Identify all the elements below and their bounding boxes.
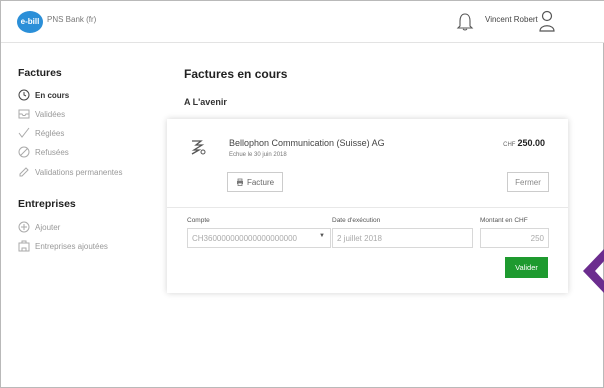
sidebar-item-refusees[interactable]: Refusées xyxy=(18,145,69,159)
page-title: Factures en cours xyxy=(184,67,288,81)
invoice-card: Bellophon Communication (Suisse) AG Echu… xyxy=(167,119,568,293)
date-label: Date d'exécution xyxy=(332,217,381,224)
montant-field[interactable]: 250 xyxy=(480,228,549,248)
invoice-amount: CHF 250.00 xyxy=(503,138,545,148)
card-divider xyxy=(167,207,568,208)
top-header: e-bill PNS Bank (fr) Vincent Robert xyxy=(1,1,604,43)
facture-button-label: Facture xyxy=(246,177,275,187)
currency: CHF xyxy=(503,142,516,148)
compte-label: Compte xyxy=(187,217,210,224)
sidebar-item-label: En cours xyxy=(35,90,70,100)
app-window: e-bill PNS Bank (fr) Vincent Robert Fact… xyxy=(0,0,604,388)
fermer-button-label: Fermer xyxy=(515,177,541,187)
facture-button[interactable]: Facture xyxy=(227,172,283,192)
sidebar-title-entreprises: Entreprises xyxy=(18,198,76,210)
sidebar-item-reglees[interactable]: Réglées xyxy=(18,126,64,140)
clock-icon xyxy=(18,89,30,101)
plus-circle-icon xyxy=(18,221,30,233)
sidebar-item-label: Refusées xyxy=(35,147,69,157)
user-icon[interactable] xyxy=(539,10,555,32)
company-name: Bellophon Communication (Suisse) AG xyxy=(229,138,385,148)
sidebar-item-validees[interactable]: Validées xyxy=(18,107,65,121)
section-title: A L'avenir xyxy=(184,97,227,107)
company-logo-icon xyxy=(191,140,206,155)
sidebar-item-validations-permanentes[interactable]: Validations permanentes xyxy=(18,165,122,179)
fermer-button[interactable]: Fermer xyxy=(507,172,549,192)
sidebar-item-label: Validées xyxy=(35,109,66,119)
due-date: Echue le 30 juin 2018 xyxy=(229,152,287,158)
valider-button-label: Valider xyxy=(515,263,538,272)
compte-select[interactable]: CH360000000000000000000 xyxy=(187,228,331,248)
bank-name[interactable]: PNS Bank (fr) xyxy=(47,15,96,24)
building-icon xyxy=(18,240,30,252)
sidebar-item-label: Réglées xyxy=(35,128,65,138)
valider-button[interactable]: Valider xyxy=(505,257,548,278)
sidebar-item-ajouter[interactable]: Ajouter xyxy=(18,220,60,234)
tray-icon xyxy=(18,109,30,119)
pencil-icon xyxy=(19,167,29,177)
chevron-down-icon[interactable]: ▼ xyxy=(319,233,325,239)
check-icon xyxy=(18,127,30,138)
montant-label: Montant en CHF xyxy=(480,217,528,224)
sidebar-item-label: Entreprises ajoutées xyxy=(35,241,108,251)
block-icon xyxy=(18,146,30,158)
execution-date-field[interactable]: 2 juillet 2018 xyxy=(332,228,473,248)
user-name[interactable]: Vincent Robert xyxy=(485,15,538,24)
amount-value: 250.00 xyxy=(517,138,545,148)
sidebar-item-entreprises-ajoutees[interactable]: Entreprises ajoutées xyxy=(18,239,108,253)
pointer-arrow-icon xyxy=(583,249,604,293)
bell-icon[interactable] xyxy=(456,12,474,32)
printer-icon xyxy=(236,178,243,186)
sidebar-item-en-cours[interactable]: En cours xyxy=(18,88,69,102)
sidebar-item-label: Validations permanentes xyxy=(35,167,123,177)
ebill-logo[interactable]: e-bill xyxy=(17,11,43,33)
sidebar-title-factures: Factures xyxy=(18,67,62,79)
sidebar-item-label: Ajouter xyxy=(35,222,61,232)
